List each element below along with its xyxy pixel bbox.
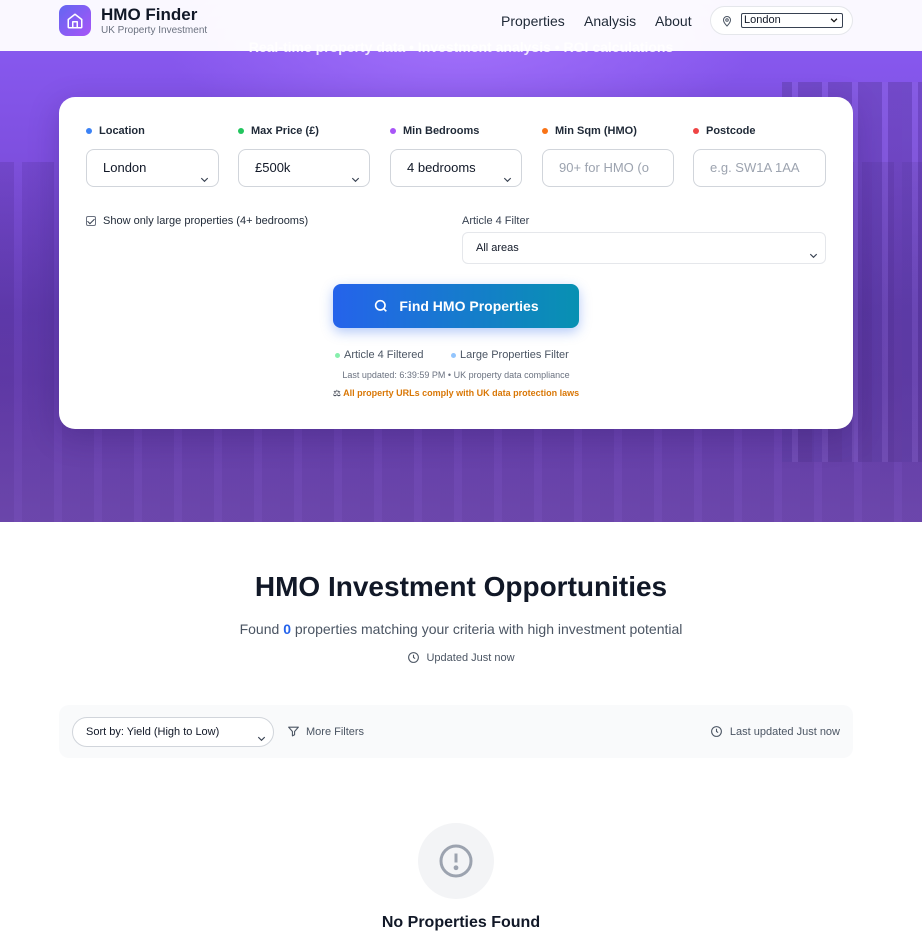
brand-title[interactable]: HMO Finder: [101, 5, 197, 25]
legend-large-dot: [451, 352, 456, 358]
min-bedrooms-label: Min Bedrooms: [390, 125, 479, 137]
legend-article4-dot: [335, 352, 340, 358]
location-select-value: London: [103, 160, 147, 175]
postcode-label-text: Postcode: [706, 125, 756, 137]
max-price-select-value: £500k: [255, 160, 291, 175]
max-price-dot: [238, 128, 244, 134]
legend-large: Large Properties Filter: [451, 349, 569, 361]
brand-subtitle: UK Property Investment: [101, 25, 208, 36]
more-filters-button[interactable]: More Filters: [287, 725, 364, 738]
min-bedrooms-dot: [390, 128, 396, 134]
chevron-down-icon: [502, 163, 513, 199]
empty-state-badge: [418, 823, 494, 899]
scales-icon: ⚖: [332, 388, 341, 398]
toolbar-last-updated-text: Last updated Just now: [729, 725, 840, 738]
min-sqm-label-text: Min Sqm (HMO): [555, 125, 637, 137]
results-count: 0: [283, 621, 291, 637]
max-price-label-text: Max Price (£): [251, 125, 319, 137]
compliance-notice: ⚖ All property URLs comply with UK data …: [59, 388, 853, 399]
map-pin-icon: [721, 14, 733, 33]
postcode-placeholder: e.g. SW1A 1AA: [710, 160, 800, 175]
postcode-label: Postcode: [693, 125, 756, 137]
large-properties-checkbox-row[interactable]: Show only large properties (4+ bedrooms): [86, 215, 308, 227]
legend-article4: Article 4 Filtered: [335, 349, 423, 361]
header-location-value: London: [744, 14, 781, 26]
more-filters-label: More Filters: [306, 725, 365, 738]
chevron-down-icon: [256, 727, 267, 755]
min-sqm-input[interactable]: 90+ for HMO (o: [542, 149, 674, 187]
chevron-down-icon: [808, 243, 819, 273]
find-hmo-button[interactable]: Find HMO Properties: [333, 284, 579, 328]
min-bedrooms-label-text: Min Bedrooms: [403, 125, 480, 137]
location-dot: [86, 128, 92, 134]
results-summary: Found 0 properties matching your criteri…: [0, 621, 922, 637]
location-switcher: London: [710, 6, 853, 35]
chevron-down-icon: [829, 15, 839, 29]
results-updated-text: Updated Just now: [426, 651, 515, 664]
search-card: Location London Max Price (£) £500k Min …: [59, 97, 853, 429]
last-updated-text: Last updated: 6:39:59 PM • UK property d…: [342, 370, 570, 380]
clock-icon: [711, 726, 722, 737]
min-sqm-placeholder: 90+ for HMO (o: [559, 160, 649, 175]
article4-select-value: All areas: [476, 242, 519, 254]
location-label-text: Location: [99, 125, 145, 137]
filter-icon: [288, 726, 299, 737]
location-label: Location: [86, 125, 145, 137]
legend-large-label: Large Properties Filter: [460, 349, 569, 361]
max-price-label: Max Price (£): [238, 125, 319, 137]
results-summary-prefix: Found: [239, 621, 280, 637]
header-location-select[interactable]: London: [741, 13, 843, 28]
min-bedrooms-select[interactable]: 4 bedrooms: [390, 149, 522, 187]
find-hmo-button-label: Find HMO Properties: [399, 298, 539, 314]
nav-link-properties[interactable]: Properties: [501, 13, 565, 29]
nav-link-about[interactable]: About: [655, 13, 692, 29]
results-toolbar: Sort by: Yield (High to Low) More Filter…: [59, 705, 853, 758]
empty-state-title: No Properties Found: [381, 914, 541, 931]
location-select[interactable]: London: [86, 149, 219, 187]
sort-select[interactable]: Sort by: Yield (High to Low): [72, 717, 274, 747]
results-summary-suffix: properties matching your criteria with h…: [294, 621, 683, 637]
home-logo-icon[interactable]: [59, 5, 91, 36]
max-price-select[interactable]: £500k: [238, 149, 370, 187]
large-properties-checkbox[interactable]: [86, 216, 96, 226]
top-nav-bar: HMO Finder UK Property Investment Proper…: [0, 0, 922, 51]
alert-circle-icon: [439, 844, 473, 878]
article4-select[interactable]: All areas: [462, 232, 826, 264]
postcode-dot: [693, 128, 699, 134]
min-bedrooms-select-value: 4 bedrooms: [407, 160, 476, 175]
sort-select-value: Sort by: Yield (High to Low): [86, 726, 220, 738]
chevron-down-icon: [199, 163, 210, 199]
chevron-down-icon: [350, 163, 361, 199]
results-title: HMO Investment Opportunities: [254, 571, 668, 602]
legend-article4-label: Article 4 Filtered: [344, 349, 424, 361]
results-updated: Updated Just now: [0, 651, 922, 664]
large-properties-label: Show only large properties (4+ bedrooms): [103, 215, 309, 227]
nav-link-analysis[interactable]: Analysis: [584, 13, 636, 29]
min-sqm-dot: [542, 128, 548, 134]
min-sqm-label: Min Sqm (HMO): [542, 125, 637, 137]
article4-label: Article 4 Filter: [462, 215, 530, 227]
clock-icon: [408, 652, 420, 663]
compliance-text: All property URLs comply with UK data pr…: [343, 388, 580, 398]
toolbar-last-updated: Last updated Just now: [710, 725, 840, 738]
postcode-input[interactable]: e.g. SW1A 1AA: [693, 149, 826, 187]
search-icon: [373, 298, 389, 314]
